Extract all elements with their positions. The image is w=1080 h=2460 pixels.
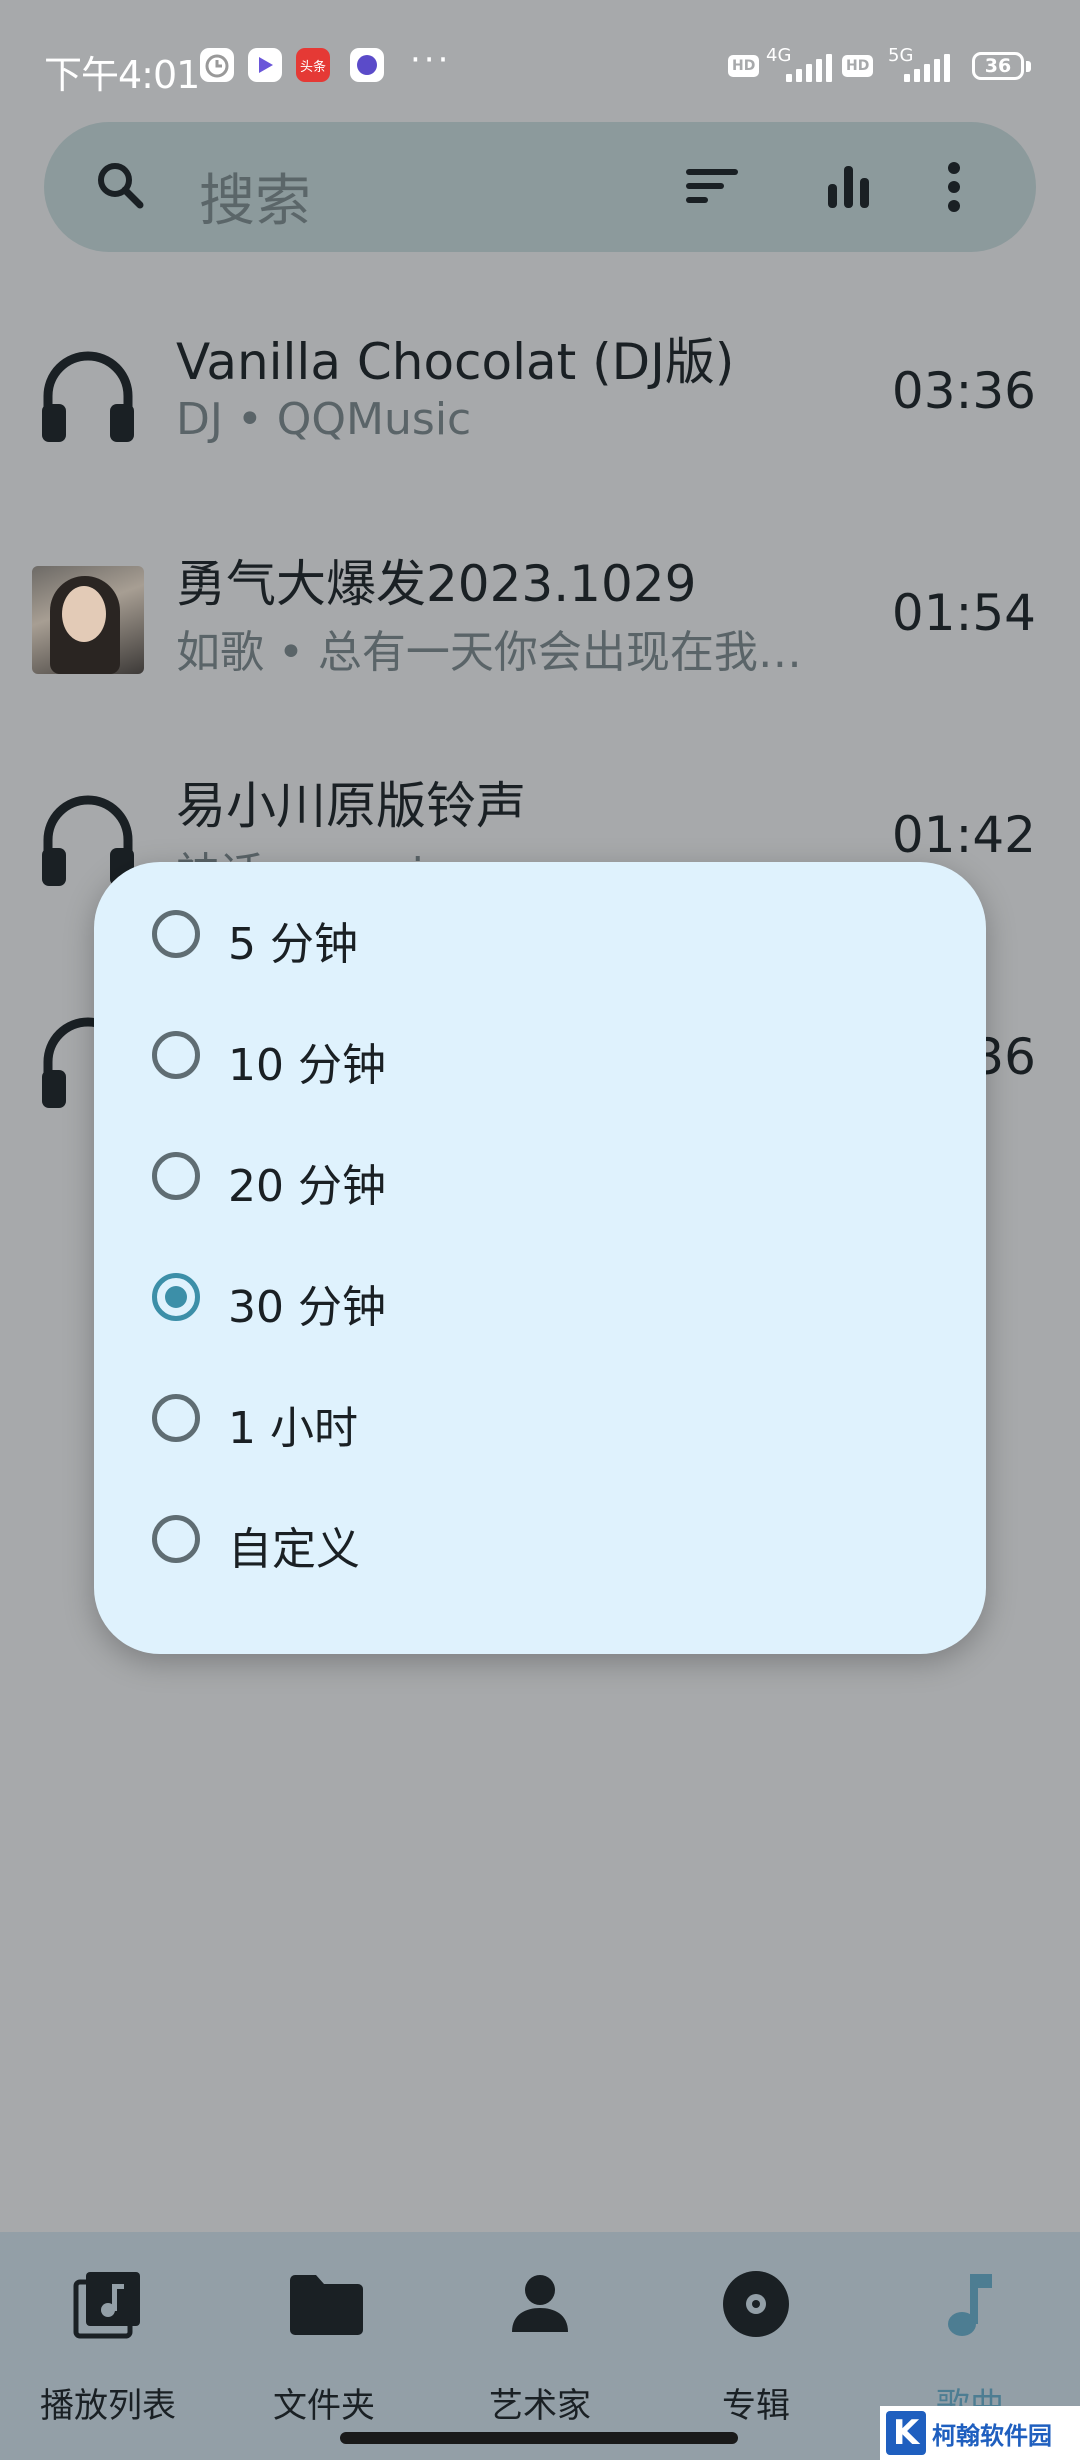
watermark-logo: K 柯翰软件园	[880, 2406, 1080, 2460]
song-title: 勇气大爆发2023.1029	[176, 555, 697, 613]
song-title: Vanilla Chocolat (DJ版)	[176, 333, 735, 391]
battery-level: 36	[984, 55, 1012, 77]
timer-option-1hour[interactable]: 1 小时	[94, 1362, 986, 1483]
song-duration: 03:36	[891, 362, 1036, 420]
artist-icon	[504, 2268, 576, 2340]
more-options-icon[interactable]	[944, 160, 964, 218]
song-duration: 01:42	[891, 806, 1036, 864]
status-time: 下午4:01	[44, 53, 200, 97]
video-app-icon	[248, 48, 282, 82]
signal-icon-2	[904, 52, 950, 82]
song-row[interactable]: Vanilla Chocolat (DJ版) DJ • QQMusic 03:3…	[0, 322, 1080, 522]
more-notifications-icon: ···	[410, 40, 452, 80]
nav-albums[interactable]: 专辑	[656, 2268, 856, 2426]
equalizer-icon[interactable]	[824, 162, 874, 216]
battery-icon: 36	[972, 52, 1024, 80]
song-subtitle: DJ • QQMusic	[176, 394, 472, 445]
search-input[interactable]: 搜索	[199, 156, 311, 237]
option-label: 20 分钟	[228, 1161, 386, 1212]
option-label: 30 分钟	[228, 1282, 386, 1333]
folder-icon	[288, 2268, 363, 2340]
hd-badge: HD	[728, 55, 760, 77]
radio-button[interactable]	[152, 1152, 200, 1200]
nav-label: 播放列表	[40, 2386, 176, 2426]
nav-artists[interactable]: 艺术家	[440, 2268, 640, 2426]
radio-button[interactable]	[152, 1031, 200, 1079]
hd-badge-2: HD	[842, 55, 874, 77]
album-icon	[720, 2268, 792, 2340]
song-duration: 01:54	[891, 584, 1036, 642]
sleep-timer-dialog: 5 分钟 10 分钟 20 分钟 30 分钟 1 小时 自定义	[94, 862, 986, 1654]
signal-icon	[786, 52, 832, 82]
status-bar: 下午4:01 头条 ··· HD 4G HD 5G 36	[0, 0, 1080, 130]
battery-tip	[1026, 61, 1031, 72]
album-cover	[32, 566, 144, 674]
radio-button[interactable]	[152, 1394, 200, 1442]
app-icon	[350, 48, 384, 82]
search-icon[interactable]	[92, 157, 150, 219]
option-label: 10 分钟	[228, 1040, 386, 1091]
nav-label: 专辑	[722, 2386, 790, 2426]
nav-songs[interactable]: 歌曲	[870, 2268, 1070, 2426]
option-label: 5 分钟	[228, 919, 358, 970]
timer-option-custom[interactable]: 自定义	[94, 1483, 986, 1604]
song-title: 易小川原版铃声	[176, 777, 526, 835]
nav-playlists[interactable]: 播放列表	[8, 2268, 208, 2426]
toutiao-icon: 头条	[296, 48, 330, 82]
song-row[interactable]: 勇气大爆发2023.1029 如歌 • 总有一天你会出现在我… 01:54	[0, 544, 1080, 744]
option-label: 1 小时	[228, 1403, 358, 1454]
playlist-icon	[72, 2268, 144, 2340]
radio-button[interactable]	[152, 1515, 200, 1563]
watermark-text: 柯翰软件园	[932, 2421, 1052, 2450]
song-subtitle: 如歌 • 总有一天你会出现在我…	[176, 627, 802, 678]
alarm-icon	[200, 48, 234, 82]
radio-button-selected[interactable]	[152, 1273, 200, 1321]
nav-folders[interactable]: 文件夹	[224, 2268, 424, 2426]
nav-label: 艺术家	[489, 2386, 591, 2426]
timer-option-30min[interactable]: 30 分钟	[94, 1241, 986, 1362]
home-indicator[interactable]	[340, 2432, 738, 2444]
radio-button[interactable]	[152, 910, 200, 958]
sort-icon[interactable]	[684, 166, 740, 210]
timer-option-20min[interactable]: 20 分钟	[94, 1120, 986, 1241]
search-bar[interactable]: 搜索	[44, 122, 1036, 252]
option-label: 自定义	[228, 1524, 360, 1575]
nav-label: 文件夹	[273, 2386, 375, 2426]
timer-option-5min[interactable]: 5 分钟	[94, 878, 986, 999]
music-note-icon	[934, 2268, 1006, 2340]
headphones-icon	[34, 342, 142, 450]
watermark-k-icon: K	[886, 2411, 926, 2455]
timer-option-10min[interactable]: 10 分钟	[94, 999, 986, 1120]
